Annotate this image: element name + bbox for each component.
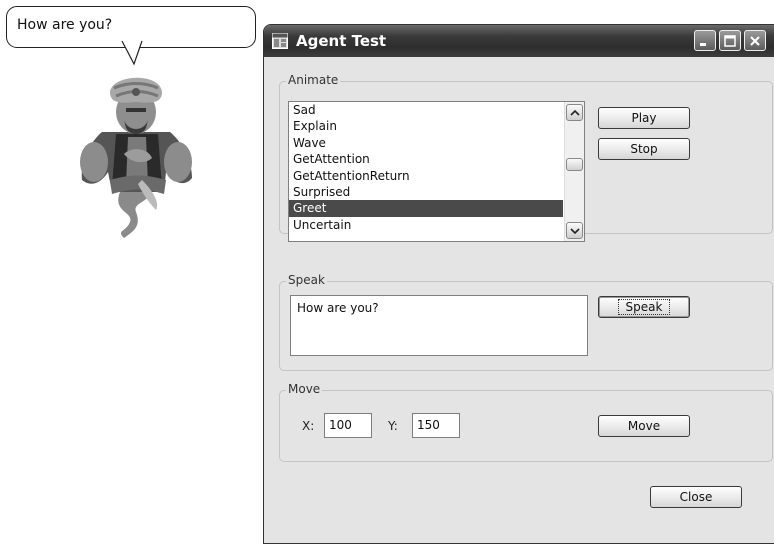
list-item[interactable]: Uncertain [289,217,563,233]
scroll-up-button[interactable] [566,104,583,121]
list-item[interactable]: Explain [289,118,563,134]
move-group-label: Move [286,382,323,396]
agent-test-window: Agent Test Animate Sad Explain Wave GetA… [263,24,774,544]
scroll-down-button[interactable] [566,222,583,239]
maximize-icon [724,35,736,47]
chevron-up-icon [570,109,580,116]
list-item[interactable]: GetAttention [289,151,563,167]
title-bar[interactable]: Agent Test [264,25,774,57]
window-app-icon [272,33,288,49]
list-item[interactable]: Sad [289,102,563,118]
genie-character-icon[interactable] [72,62,202,240]
y-label: Y: [388,419,398,433]
close-button[interactable]: Close [650,486,742,508]
chevron-down-icon [570,228,580,235]
list-item-selected[interactable]: Greet [289,200,563,217]
speak-group-label: Speak [286,273,327,287]
x-label: X: [302,419,315,433]
scroll-thumb[interactable] [566,158,583,171]
speak-button[interactable]: Speak [598,296,690,318]
animation-listbox[interactable]: Sad Explain Wave GetAttention GetAttenti… [288,101,585,242]
listbox-scrollbar[interactable] [564,102,584,241]
maximize-button[interactable] [719,30,741,51]
minimize-button[interactable] [694,30,716,51]
x-input[interactable]: 100 [324,413,372,438]
balloon-text: How are you? [17,17,113,33]
speak-button-label: Speak [617,299,671,315]
move-button[interactable]: Move [598,415,690,437]
play-button[interactable]: Play [598,107,690,129]
animate-group-label: Animate [286,73,341,87]
y-input[interactable]: 150 [412,413,460,438]
list-item[interactable]: Surprised [289,184,563,200]
list-item[interactable]: GetAttentionReturn [289,168,563,184]
close-window-button[interactable] [744,30,766,51]
minimize-icon [700,43,706,46]
speak-text-input[interactable]: How are you? [290,295,588,356]
window-title: Agent Test [296,32,387,50]
close-icon [750,36,760,46]
stop-button[interactable]: Stop [598,138,690,160]
list-item[interactable]: Wave [289,135,563,151]
